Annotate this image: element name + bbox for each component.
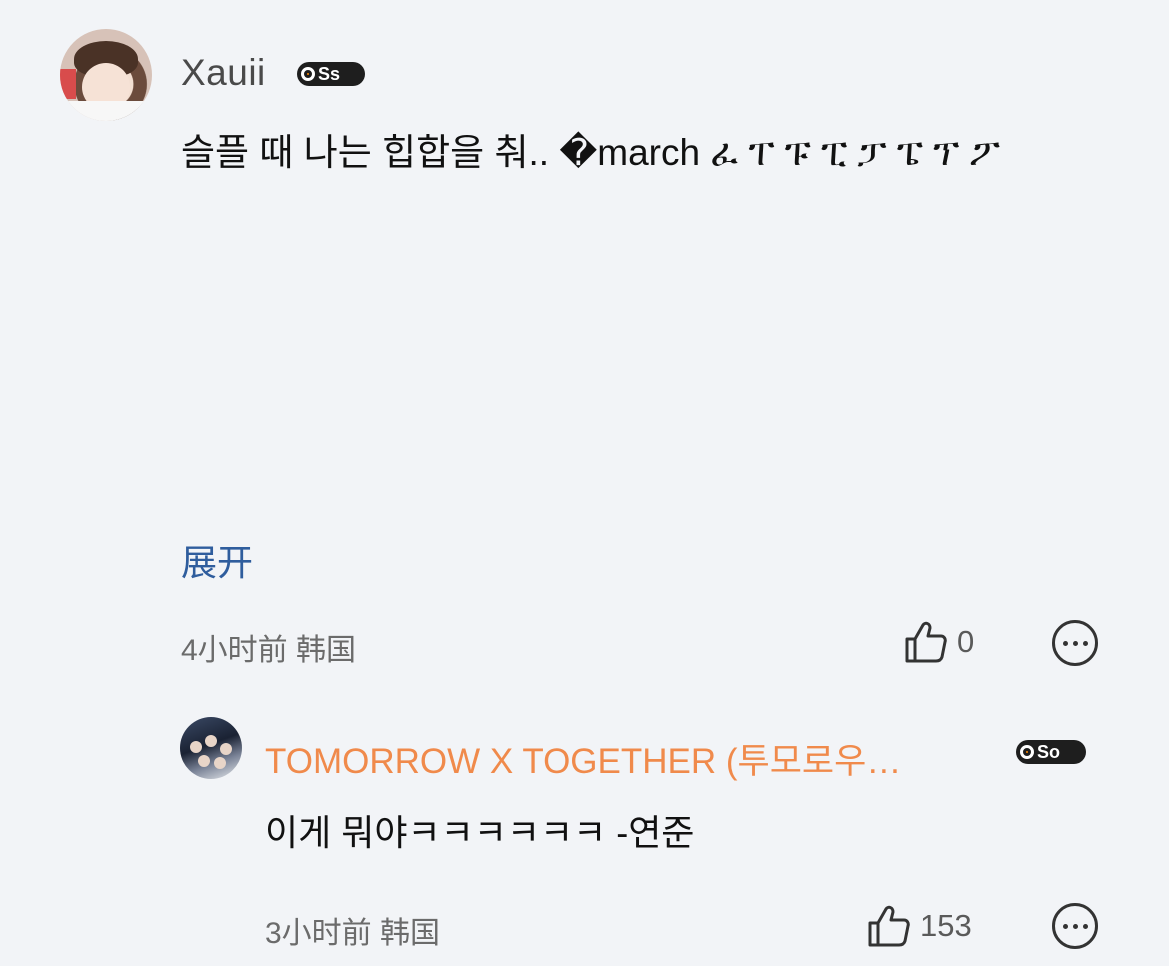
like-button[interactable]: 0 xyxy=(903,619,974,665)
avatar-member xyxy=(198,755,210,767)
comment-meta: 4小时前 韩国 xyxy=(181,625,356,669)
comment-dot xyxy=(1062,640,1068,646)
avatar-member xyxy=(190,741,202,753)
comment-time: 4小时前 xyxy=(181,634,288,667)
comment-text: 슬플 때 나는 힙합을 춰.. �march ፈ ፐ ፑ ፒ ፓ ፔ ፕ ፖ xyxy=(181,119,1081,187)
thumbs-up-icon xyxy=(868,905,910,947)
reply-text: 이게 뭐야ㅋㅋㅋㅋㅋㅋ -연준 xyxy=(265,812,695,853)
thumbs-up-icon xyxy=(905,621,947,663)
avatar[interactable] xyxy=(60,29,152,121)
reply-avatar[interactable] xyxy=(180,717,242,779)
badge-label: So xyxy=(1037,741,1061,762)
comment-dot xyxy=(1072,923,1078,929)
comment-dot xyxy=(1082,923,1088,929)
user-level-badge: So xyxy=(1016,740,1086,764)
badge-ring-icon xyxy=(1020,745,1034,759)
badge-label: Ss xyxy=(318,63,341,84)
comment-text-content: 슬플 때 나는 힙합을 춰.. �march ፈ ፐ ፑ ፒ ፓ ፔ ፕ ፖ xyxy=(181,132,1000,173)
reply-meta: 3小时前 韩国 xyxy=(265,908,440,952)
expand-link[interactable]: 展开 xyxy=(181,534,253,586)
comment-dot xyxy=(1082,640,1088,646)
avatar-background xyxy=(60,69,76,99)
comment-username[interactable]: Xauii xyxy=(181,52,266,94)
like-count: 0 xyxy=(957,624,975,659)
comment-dot xyxy=(1072,640,1078,646)
like-button[interactable]: 153 xyxy=(866,903,972,949)
reply-time: 3小时前 xyxy=(265,917,372,950)
comment-location: 韩国 xyxy=(296,634,357,667)
reply-button[interactable] xyxy=(1052,620,1098,666)
badge-ring-icon xyxy=(301,67,315,81)
avatar-member xyxy=(220,743,232,755)
reply-location: 韩国 xyxy=(380,917,441,950)
comment-dot xyxy=(1062,923,1068,929)
user-level-badge: Ss xyxy=(297,62,365,86)
avatar-member xyxy=(205,735,217,747)
reply-username[interactable]: TOMORROW X TOGETHER (투모로우… xyxy=(265,733,997,784)
avatar-member xyxy=(214,757,226,769)
avatar-shirt xyxy=(64,101,148,121)
like-count: 153 xyxy=(920,908,972,943)
reply-button[interactable] xyxy=(1052,903,1098,949)
